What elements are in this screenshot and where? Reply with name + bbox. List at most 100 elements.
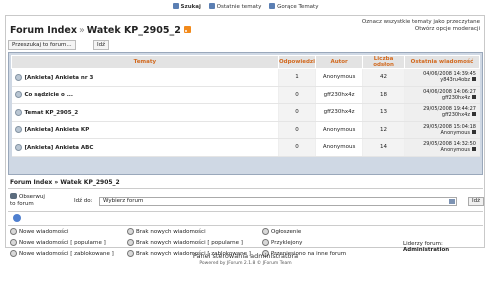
last-post-cell: 29/05/2008 15:04:18 Anonymous [404,121,480,139]
last-post-arrow-icon[interactable] [472,112,476,117]
topic-link[interactable]: [Ankieta] Ankieta ABC [25,145,94,151]
no-new-posts-hot-icon [127,239,134,246]
replies-cell: 0 [278,86,317,104]
search-link[interactable]: Szukaj [172,3,201,10]
last-post-cell: 29/05/2008 14:32:50 Anonymous [404,138,480,157]
search-icon [172,3,179,9]
column-header-topics: Tematy [11,55,279,69]
forum-index-link[interactable]: Forum Index [10,25,77,36]
breadcrumb[interactable]: Forum Index » Watek KP_2905_2 [10,179,120,186]
legend-item: Przyklejony [262,238,346,249]
author-cell: gff230hx4z [315,86,363,104]
recent-topics-icon [208,3,215,9]
table-row: [Ankieta] Ankieta ABC 0 Anonymous 14 29/… [11,138,480,157]
legend-item: Nowe wiadomości [10,227,114,238]
announcement-icon [262,228,269,235]
last-post-cell: 04/06/2008 14:39:45 y843ru4obz [404,68,480,87]
table-row: Co sądzicie o ... 0 gff230hx4z 18 04/06/… [11,86,480,104]
legend-item: Brak nowych wiadomości [127,227,251,238]
chevron-down-icon [449,199,455,204]
legend-item: Brak nowych wiadomości [ popularne ] [127,238,251,249]
topic-cell: Temat KP_2905_2 [11,103,279,122]
author-cell: Anonymous [315,68,363,87]
title-separator: » [78,25,85,36]
forum-actions: Oznacz wszystkie tematy jako przeczytane… [350,19,480,33]
hot-topics-icon [269,3,276,9]
table-row: Temat KP_2905_2 0 gff230hx4z 13 29/05/20… [11,103,480,122]
search-forum-button[interactable]: Przeszukaj to forum... [8,40,76,50]
last-post-arrow-icon[interactable] [472,147,476,152]
goto-label: Idź do: [74,198,93,204]
info-icon [13,214,21,222]
new-posts-icon [10,228,17,235]
divider [8,211,483,212]
go-button-top[interactable]: Idź [93,40,110,50]
moderation-options-link[interactable]: Otwórz opcje moderacji [350,26,480,33]
go-button[interactable]: Idź [468,197,484,206]
replies-cell: 0 [278,121,317,139]
hot-topics-link[interactable]: Gorące Tematy [269,3,318,10]
topic-link[interactable]: Temat KP_2905_2 [25,110,79,116]
author-cell: Anonymous [315,138,363,157]
topic-status-icon [14,126,22,134]
new-posts-hot-icon [10,239,17,246]
powered-by: Powered by JForum 2.1.8 © JForum Team [199,261,292,266]
rss-icon[interactable] [183,26,191,33]
topics-table-container: Tematy Odpowiedzi Autor Liczba odsłon Os… [8,52,483,175]
last-post-user[interactable]: y843ru4obz [440,77,470,83]
views-cell: 42 [362,68,406,87]
views-cell: 13 [362,103,406,122]
divider [8,188,483,189]
last-post-cell: 04/06/2008 14:06:27 gff230hx4z [404,86,480,104]
topic-title[interactable]: Watek KP_2905_2 [87,25,181,36]
top-navigation: Szukaj Ostatnie tematy Gorące Tematy [0,3,491,10]
no-new-posts-icon [127,228,134,235]
mark-all-read-link[interactable]: Oznacz wszystkie tematy jako przeczytane [350,19,480,26]
views-cell: 14 [362,138,406,157]
legend-item: Ogłoszenie [262,227,346,238]
last-post-user[interactable]: gff230hx4z [442,95,470,101]
watch-icon [10,193,17,199]
replies-cell: 0 [278,138,317,157]
last-post-arrow-icon[interactable] [472,129,476,134]
last-post-user[interactable]: Anonymous [441,130,470,136]
topics-table: Tematy Odpowiedzi Autor Liczba odsłon Os… [11,55,480,157]
last-post-cell: 29/05/2008 19:44:27 gff230hx4z [404,103,480,122]
topic-link[interactable]: [Ankieta] Ankieta KP [25,127,90,133]
watch-forum-link[interactable]: Obserwuj to forum [10,193,50,207]
last-post-arrow-icon[interactable] [472,77,476,82]
table-row: [Ankieta] Ankieta KP 0 Anonymous 12 29/0… [11,121,480,139]
forum-select[interactable]: Wybierz forum [99,197,457,206]
replies-cell: 0 [278,103,317,122]
author-cell: gff230hx4z [315,103,363,122]
legend-item: Nowe wiadomości [ popularne ] [10,238,114,249]
column-header-author: Autor [315,55,363,69]
topic-cell: [Ankieta] Ankieta ABC [11,138,279,157]
author-cell: Anonymous [315,121,363,139]
topic-link[interactable]: [Ankieta] Ankieta nr 3 [25,75,94,81]
page-title: Forum Index» Watek KP_2905_2 [10,25,191,36]
topic-cell: [Ankieta] Ankieta KP [11,121,279,139]
topic-status-icon [14,143,22,151]
forum-panel: Forum Index» Watek KP_2905_2 Oznacz wszys… [5,15,485,257]
forum-select-value: Wybierz forum [103,198,144,204]
column-header-views: Liczba odsłon [361,55,406,69]
column-header-last-post: Ostatnia wiadomość [404,55,480,69]
last-post-user[interactable]: Anonymous [441,147,470,153]
topic-cell: Co sądzicie o ... [11,86,279,104]
last-post-arrow-icon[interactable] [472,94,476,99]
topic-link[interactable]: Co sądzicie o ... [25,92,74,98]
sticky-icon [262,239,269,246]
views-cell: 12 [362,121,406,139]
replies-cell: 1 [278,68,317,87]
admin-panel-link[interactable]: Panel sterowania administratora [0,252,491,260]
topic-status-icon [14,91,22,99]
column-header-replies: Odpowiedzi [277,55,317,69]
recent-topics-link[interactable]: Ostatnie tematy [208,3,261,10]
last-post-user[interactable]: gff230hx4z [442,112,470,118]
table-row: [Ankieta] Ankieta nr 3 1 Anonymous 42 04… [11,68,480,87]
topic-status-icon [14,73,22,81]
topic-cell: [Ankieta] Ankieta nr 3 [11,68,279,87]
divider [8,225,483,226]
views-cell: 18 [362,86,406,104]
